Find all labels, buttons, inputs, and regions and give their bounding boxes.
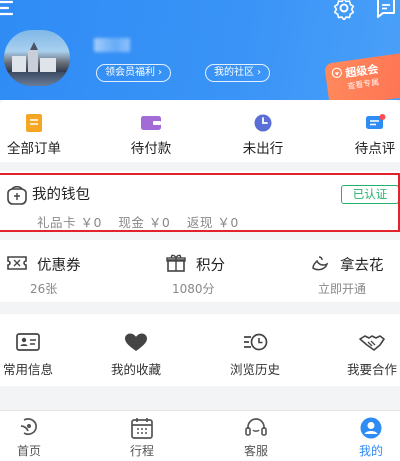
- handshake-icon: [359, 335, 385, 351]
- credit-button[interactable]: 拿去花 立即开通: [266, 240, 400, 302]
- upcoming-trips-button[interactable]: 未出行: [223, 100, 303, 162]
- coupon-icon: [7, 256, 27, 270]
- section-divider: [0, 386, 400, 410]
- avatar-scene: [40, 58, 56, 72]
- avatar-scene: [4, 72, 70, 86]
- username-blurred: [94, 38, 130, 52]
- nav-label: 首页: [16, 444, 41, 458]
- service-label: 浏览历史: [229, 362, 280, 377]
- service-label: 我要合作: [346, 362, 397, 377]
- order-label: 待付款: [130, 141, 172, 157]
- contact-card-icon: [16, 333, 40, 351]
- avatar-scene: [12, 56, 26, 72]
- avatar-scene: [28, 50, 38, 72]
- bottom-nav: 首页 行程 客服 我的: [0, 410, 400, 461]
- order-label: 全部订单: [7, 141, 61, 157]
- service-label: 我的收藏: [110, 362, 161, 377]
- menu-icon[interactable]: [0, 0, 18, 20]
- credit-icon: [312, 256, 329, 271]
- points-title: 积分: [196, 258, 225, 274]
- heart-icon: [125, 333, 147, 351]
- nav-trips[interactable]: 行程: [102, 411, 182, 461]
- member-benefits-label: 领会员福利: [105, 67, 155, 78]
- avatar-scene: [30, 42, 38, 50]
- gift-card-balance: 礼品卡 ￥0: [37, 215, 102, 230]
- orders-icon: [26, 114, 42, 132]
- nav-home[interactable]: 首页: [0, 411, 69, 461]
- home-icon: [20, 418, 37, 436]
- pending-payment-button[interactable]: 待付款: [111, 100, 191, 162]
- nav-label: 客服: [243, 444, 268, 458]
- chevron-right-icon: ›: [158, 67, 162, 78]
- my-community-label: 我的社区: [214, 67, 254, 78]
- wallet-pay-icon: [141, 116, 161, 130]
- wallet-icon: [7, 185, 27, 205]
- diamond-icon: [331, 67, 342, 78]
- credit-status: 立即开通: [318, 282, 367, 296]
- avatar[interactable]: [4, 30, 70, 86]
- points-value: 1080分: [172, 282, 215, 296]
- wallet-title: 我的钱包: [32, 187, 90, 203]
- coupons-count: 26张: [30, 282, 58, 296]
- message-icon[interactable]: [374, 0, 398, 20]
- clock-icon: [254, 114, 272, 132]
- settings-icon[interactable]: [332, 0, 356, 20]
- favorites-button[interactable]: 我的收藏: [96, 314, 176, 386]
- my-community-button[interactable]: 我的社区 ›: [205, 64, 270, 82]
- all-orders-button[interactable]: 全部订单: [0, 100, 74, 162]
- asset-shortcuts: 优惠券 26张 积分 1080分 拿去花 立即开通: [0, 240, 400, 302]
- credit-title: 拿去花: [340, 258, 384, 274]
- headset-icon: [245, 418, 267, 436]
- nav-service[interactable]: 客服: [216, 411, 296, 461]
- wallet-balances: 礼品卡 ￥0 现金 ￥0 返现 ￥0: [37, 212, 251, 231]
- calendar-icon: [131, 418, 153, 439]
- super-member-card[interactable]: 超级会 查看专属: [324, 50, 400, 100]
- coupons-button[interactable]: 优惠券 26张: [0, 240, 133, 302]
- order-label: 待点评: [354, 141, 396, 157]
- nav-label: 行程: [129, 444, 154, 458]
- browsing-history-button[interactable]: 浏览历史: [215, 314, 295, 386]
- service-shortcuts: 常用信息 我的收藏 浏览历史 我要合作: [0, 314, 400, 386]
- profile-header: 领会员福利 › 我的社区 › 超级会 查看专属: [0, 0, 400, 100]
- order-shortcuts: 全部订单 待付款 未出行 待点评: [0, 100, 400, 162]
- coupons-title: 优惠券: [37, 258, 81, 274]
- history-icon: [244, 333, 268, 351]
- pending-review-button[interactable]: 待点评: [335, 100, 400, 162]
- chevron-right-icon: ›: [257, 67, 261, 78]
- nav-label: 我的: [358, 444, 383, 458]
- order-label: 未出行: [242, 141, 284, 157]
- gift-icon: [166, 254, 186, 272]
- cooperation-button[interactable]: 我要合作: [332, 314, 400, 386]
- service-label: 常用信息: [2, 362, 53, 377]
- cash-balance: 现金 ￥0: [118, 215, 171, 230]
- wallet-section[interactable]: 我的钱包 礼品卡 ￥0 现金 ￥0 返现 ￥0 已认证: [0, 171, 400, 231]
- member-benefits-button[interactable]: 领会员福利 ›: [96, 64, 171, 82]
- profile-icon: [360, 417, 382, 439]
- verified-badge: 已认证: [341, 185, 399, 204]
- comment-icon: [366, 114, 386, 129]
- points-button[interactable]: 积分 1080分: [133, 240, 266, 302]
- cashback-balance: 返现 ￥0: [186, 215, 239, 230]
- nav-profile[interactable]: 我的: [331, 411, 400, 461]
- common-info-button[interactable]: 常用信息: [0, 314, 68, 386]
